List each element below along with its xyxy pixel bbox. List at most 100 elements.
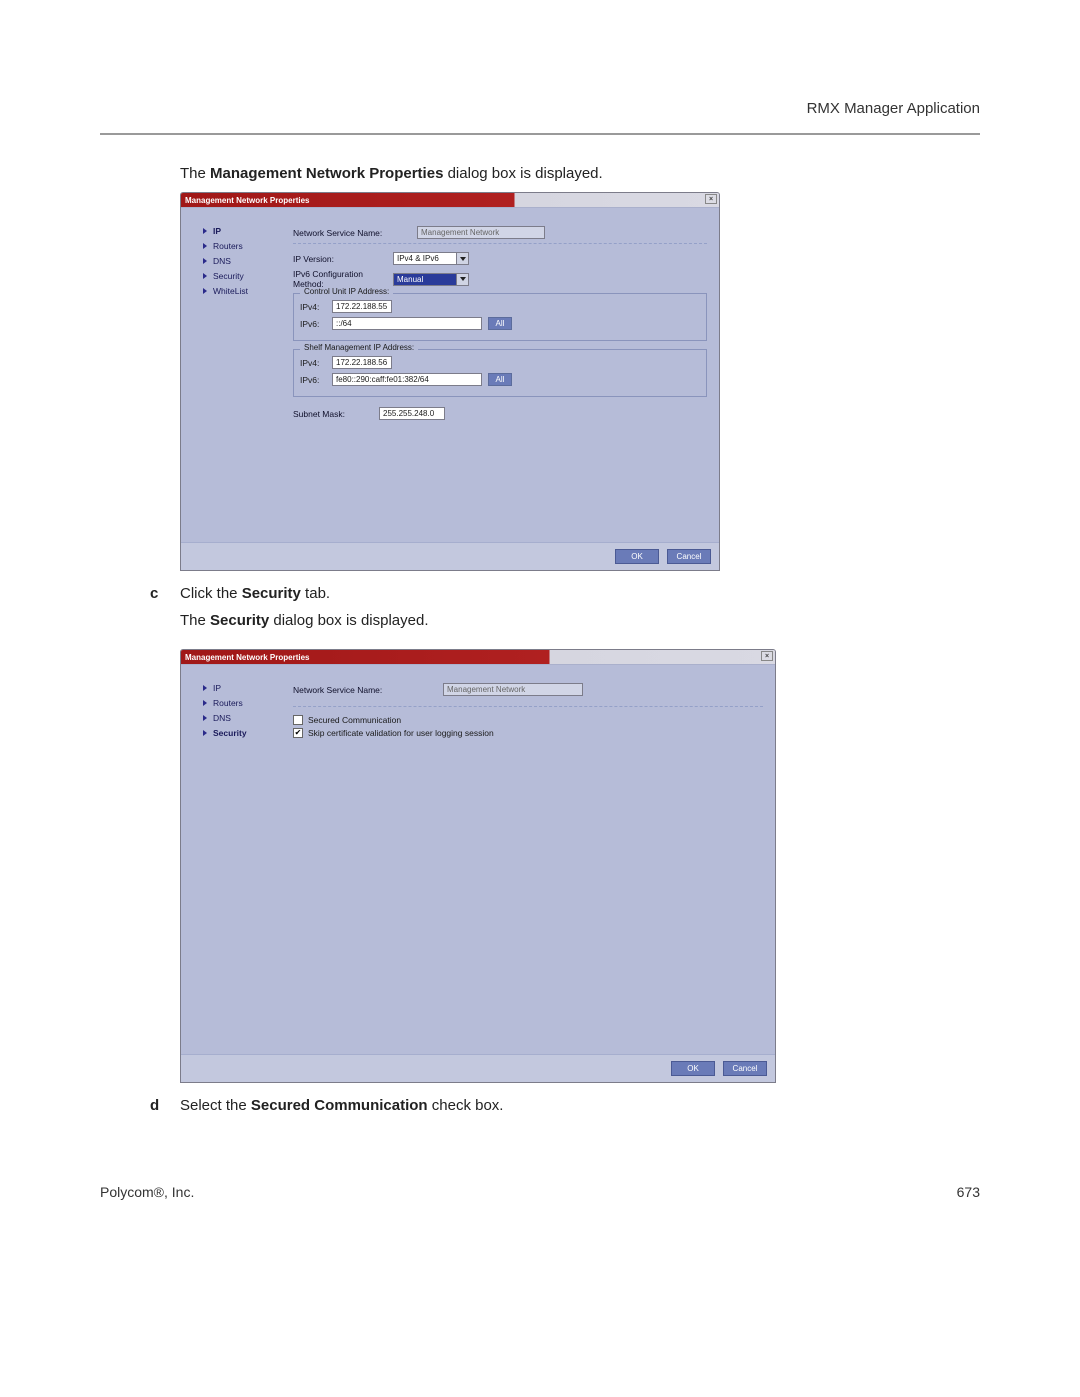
- chevron-right-icon: [203, 288, 207, 294]
- ipv6-method-label: IPv6 Configuration Method:: [293, 269, 393, 289]
- page-number: 673: [957, 1184, 980, 1200]
- ipv6-field[interactable]: fe80::290:caff:fe01:382/64: [332, 373, 482, 386]
- footer-left: Polycom®, Inc.: [100, 1184, 194, 1200]
- ipv6-method-select[interactable]: Manual: [393, 273, 457, 286]
- ok-button[interactable]: OK: [615, 549, 659, 564]
- page-footer: Polycom®, Inc. 673: [0, 1184, 1080, 1200]
- chevron-right-icon: [203, 685, 207, 691]
- close-button[interactable]: ×: [705, 194, 717, 204]
- step-d: d Select the Secured Communication check…: [150, 1097, 980, 1124]
- dropdown-arrow-icon[interactable]: [456, 252, 469, 265]
- tab-whitelist[interactable]: WhiteList: [203, 286, 279, 296]
- text-bold: Management Network Properties: [210, 165, 443, 182]
- header-rule: [100, 133, 980, 135]
- text: tab.: [301, 585, 330, 602]
- ipv6-label: IPv6:: [300, 319, 332, 329]
- checkbox-label: Skip certificate validation for user log…: [308, 728, 494, 738]
- chevron-right-icon: [203, 228, 207, 234]
- ok-button[interactable]: OK: [671, 1061, 715, 1076]
- dropdown-arrow-icon[interactable]: [456, 273, 469, 286]
- checkbox-label: Secured Communication: [308, 715, 401, 725]
- tab-dns[interactable]: DNS: [203, 713, 279, 723]
- tab-security[interactable]: Security: [203, 728, 279, 738]
- intro-text: The Management Network Properties dialog…: [180, 165, 980, 182]
- dialog-button-row: OK Cancel: [181, 542, 719, 570]
- text: Select the: [180, 1097, 251, 1114]
- secured-communication-checkbox[interactable]: Secured Communication: [293, 715, 769, 725]
- ip-version-select[interactable]: IPv4 & IPv6: [393, 252, 457, 265]
- text-bold: Secured Communication: [251, 1097, 428, 1114]
- close-button[interactable]: ×: [761, 651, 773, 661]
- tab-dns[interactable]: DNS: [203, 256, 279, 266]
- chevron-right-icon: [203, 258, 207, 264]
- ipv6-label: IPv6:: [300, 375, 332, 385]
- all-button[interactable]: All: [488, 373, 512, 386]
- subnet-field[interactable]: 255.255.248.0: [379, 407, 445, 420]
- tab-label: DNS: [213, 256, 231, 266]
- tab-label: IP: [213, 683, 221, 693]
- tab-label: Routers: [213, 241, 243, 251]
- running-header: RMX Manager Application: [0, 0, 1080, 127]
- separator: [293, 243, 707, 244]
- text: Click the: [180, 585, 242, 602]
- svc-name-label: Network Service Name:: [293, 228, 417, 238]
- ipv4-label: IPv4:: [300, 358, 332, 368]
- all-button[interactable]: All: [488, 317, 512, 330]
- text: The: [180, 165, 210, 182]
- fieldset-shelf-mgmt: Shelf Management IP Address: IPv4: 172.2…: [293, 349, 707, 397]
- text: dialog box is displayed.: [269, 612, 428, 629]
- ipv4-field[interactable]: 172.22.188.55: [332, 300, 392, 313]
- svc-name-field: Management Network: [417, 226, 545, 239]
- tab-routers[interactable]: Routers: [203, 241, 279, 251]
- svc-name-label: Network Service Name:: [293, 685, 443, 695]
- tab-list: IP Routers DNS Security: [181, 665, 287, 1054]
- titlebar: Management Network Properties ×: [181, 193, 719, 207]
- chevron-right-icon: [203, 700, 207, 706]
- dialog-title: Management Network Properties: [185, 196, 309, 205]
- chevron-right-icon: [203, 715, 207, 721]
- svc-name-field: Management Network: [443, 683, 583, 696]
- ipv6-field[interactable]: ::/64: [332, 317, 482, 330]
- text: check box.: [428, 1097, 504, 1114]
- tab-list: IP Routers DNS Security WhiteList: [181, 208, 287, 542]
- step-letter: d: [150, 1097, 166, 1124]
- chevron-right-icon: [203, 273, 207, 279]
- tab-label: Routers: [213, 698, 243, 708]
- ipv4-label: IPv4:: [300, 302, 332, 312]
- dialog-title: Management Network Properties: [185, 653, 309, 662]
- titlebar: Management Network Properties ×: [181, 650, 775, 664]
- separator: [293, 706, 763, 707]
- checkbox-icon: [293, 715, 303, 725]
- dialog-mgmt-network-properties-ip: Management Network Properties × IP Route…: [180, 192, 720, 571]
- text: The: [180, 612, 210, 629]
- step-text: Select the Secured Communication check b…: [180, 1097, 503, 1114]
- step-c: c Click the Security tab. The Security d…: [150, 585, 980, 639]
- tab-label: DNS: [213, 713, 231, 723]
- dialog-button-row: OK Cancel: [181, 1054, 775, 1082]
- subnet-label: Subnet Mask:: [293, 409, 379, 419]
- tab-ip[interactable]: IP: [203, 226, 279, 236]
- cancel-button[interactable]: Cancel: [723, 1061, 767, 1076]
- text: dialog box is displayed.: [443, 165, 602, 182]
- step-text: The Security dialog box is displayed.: [180, 612, 428, 629]
- tab-label: WhiteList: [213, 286, 248, 296]
- dialog-mgmt-network-properties-security: Management Network Properties × IP Route…: [180, 649, 776, 1083]
- chevron-right-icon: [203, 243, 207, 249]
- fieldset-legend: Control Unit IP Address:: [300, 287, 393, 296]
- tab-routers[interactable]: Routers: [203, 698, 279, 708]
- tab-ip[interactable]: IP: [203, 683, 279, 693]
- tab-panel-ip: Network Service Name: Management Network…: [287, 208, 719, 542]
- tab-label: Security: [213, 271, 244, 281]
- step-text: Click the Security tab.: [180, 585, 428, 602]
- tab-security[interactable]: Security: [203, 271, 279, 281]
- fieldset-control-unit: Control Unit IP Address: IPv4: 172.22.18…: [293, 293, 707, 341]
- step-letter: c: [150, 585, 166, 639]
- tab-label: Security: [213, 728, 247, 738]
- tab-label: IP: [213, 226, 221, 236]
- cancel-button[interactable]: Cancel: [667, 549, 711, 564]
- checkbox-icon: ✔: [293, 728, 303, 738]
- text-bold: Security: [210, 612, 269, 629]
- ipv4-field[interactable]: 172.22.188.56: [332, 356, 392, 369]
- tab-panel-security: Network Service Name: Management Network…: [287, 665, 775, 1054]
- skip-cert-validation-checkbox[interactable]: ✔ Skip certificate validation for user l…: [293, 728, 769, 738]
